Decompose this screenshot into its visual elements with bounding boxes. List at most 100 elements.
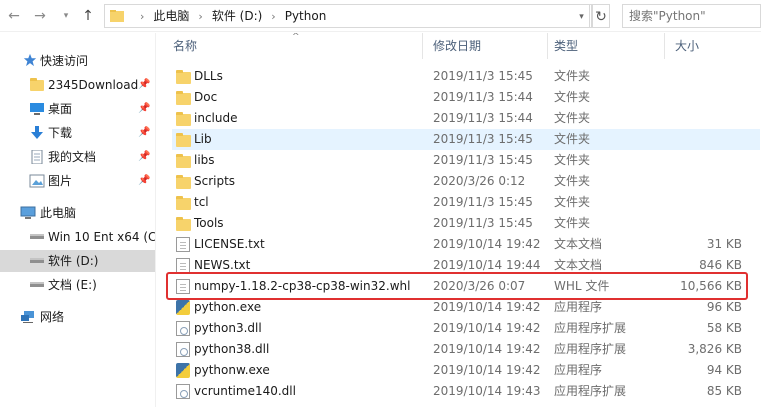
breadcrumb-separator-icon: › bbox=[140, 10, 145, 23]
back-arrow-icon[interactable]: ← bbox=[4, 6, 24, 26]
breadcrumb-this-pc[interactable]: 此电脑 bbox=[153, 9, 189, 23]
file-row[interactable]: Tools 2019/11/3 15:45 文件夹 bbox=[172, 213, 760, 234]
file-row[interactable]: python.exe 2019/10/14 19:42 应用程序 96 KB bbox=[172, 297, 760, 318]
nav-network[interactable]: 网络 bbox=[0, 306, 155, 328]
nav-this-pc[interactable]: 此电脑 bbox=[0, 202, 155, 224]
file-type: 文件夹 bbox=[554, 111, 591, 125]
file-name: python3.dll bbox=[194, 321, 262, 335]
nav-drive-d[interactable]: 软件 (D:) bbox=[0, 250, 155, 272]
sort-ascending-icon: ^ bbox=[292, 33, 300, 42]
file-name: pythonw.exe bbox=[194, 363, 270, 377]
folder-icon bbox=[110, 10, 124, 22]
nav-drive-label: 软件 (D:) bbox=[48, 254, 99, 268]
refresh-icon[interactable]: ↻ bbox=[592, 4, 610, 28]
column-divider[interactable] bbox=[547, 33, 548, 59]
file-type: 应用程序扩展 bbox=[554, 321, 627, 335]
file-row[interactable]: Doc 2019/11/3 15:44 文件夹 bbox=[172, 87, 760, 108]
address-bar[interactable]: › 此电脑 › 软件 (D:) › Python bbox=[104, 4, 592, 28]
nav-item-documents[interactable]: 我的文档 📌 bbox=[0, 146, 155, 168]
address-dropdown-chevron-icon[interactable]: ▾ bbox=[574, 4, 590, 28]
file-row[interactable]: include 2019/11/3 15:44 文件夹 bbox=[172, 108, 760, 129]
drive-icon bbox=[30, 258, 44, 263]
file-name: tcl bbox=[194, 195, 209, 209]
breadcrumb-drive-d[interactable]: 软件 (D:) bbox=[212, 9, 262, 23]
file-date: 2019/11/3 15:44 bbox=[433, 90, 533, 104]
column-header-date[interactable]: 修改日期 bbox=[433, 33, 481, 59]
file-name: Scripts bbox=[194, 174, 236, 188]
file-name: NEWS.txt bbox=[194, 258, 251, 272]
python-icon bbox=[176, 300, 190, 315]
nav-item-pictures[interactable]: 图片 📌 bbox=[0, 170, 155, 192]
file-name: python38.dll bbox=[194, 342, 270, 356]
file-name: numpy-1.18.2-cp38-cp38-win32.whl bbox=[194, 279, 411, 293]
forward-arrow-icon[interactable]: → bbox=[30, 6, 50, 26]
column-divider[interactable] bbox=[422, 33, 423, 59]
breadcrumb-separator-icon: › bbox=[271, 10, 276, 23]
file-date: 2019/10/14 19:42 bbox=[433, 321, 541, 335]
nav-drive-c[interactable]: Win 10 Ent x64 (C bbox=[0, 226, 155, 248]
file-type: 应用程序 bbox=[554, 300, 603, 314]
file-name: DLLs bbox=[194, 69, 223, 83]
file-type: 文件夹 bbox=[554, 174, 591, 188]
file-size: 96 KB bbox=[706, 300, 742, 314]
nav-item-label: 2345Download bbox=[48, 78, 139, 92]
nav-quick-access[interactable]: 快速访问 bbox=[0, 50, 155, 72]
file-row[interactable]: NEWS.txt 2019/10/14 19:44 文本文档 846 KB bbox=[172, 255, 760, 276]
pin-icon: 📌 bbox=[138, 79, 151, 90]
breadcrumb-separator-icon: › bbox=[198, 10, 203, 23]
nav-item-downloads[interactable]: 下载 📌 bbox=[0, 122, 155, 144]
file-name: python.exe bbox=[194, 300, 262, 314]
file-date: 2019/11/3 15:45 bbox=[433, 69, 533, 83]
column-divider[interactable] bbox=[664, 33, 665, 59]
file-type: 文件夹 bbox=[554, 69, 591, 83]
folder-icon bbox=[176, 70, 191, 84]
drive-icon bbox=[30, 234, 44, 239]
column-header-name[interactable]: 名称 bbox=[173, 33, 197, 59]
breadcrumb-python[interactable]: Python bbox=[285, 9, 327, 23]
file-row[interactable]: tcl 2019/11/3 15:45 文件夹 bbox=[172, 192, 760, 213]
up-arrow-icon[interactable]: ↑ bbox=[78, 6, 98, 26]
breadcrumb: › 此电脑 › 软件 (D:) › Python bbox=[131, 5, 326, 27]
file-icon bbox=[176, 279, 190, 294]
file-date: 2019/11/3 15:45 bbox=[433, 132, 533, 146]
file-type: 应用程序 bbox=[554, 363, 603, 377]
file-row[interactable]: vcruntime140.dll 2019/10/14 19:43 应用程序扩展 85… bbox=[172, 381, 760, 402]
column-header-type[interactable]: 类型 bbox=[554, 33, 578, 59]
file-row[interactable]: DLLs 2019/11/3 15:45 文件夹 bbox=[172, 66, 760, 87]
file-size: 846 KB bbox=[699, 258, 742, 272]
drive-icon bbox=[30, 282, 44, 287]
file-name: Tools bbox=[194, 216, 224, 230]
pin-icon: 📌 bbox=[138, 103, 151, 114]
file-row[interactable]: numpy-1.18.2-cp38-cp38-win32.whl 2020/3/2… bbox=[172, 276, 760, 297]
folder-icon bbox=[176, 91, 191, 105]
search-box[interactable] bbox=[622, 4, 761, 28]
file-row[interactable]: pythonw.exe 2019/10/14 19:42 应用程序 94 KB bbox=[172, 360, 760, 381]
nav-item-label: 下载 bbox=[48, 126, 73, 140]
file-row[interactable]: python3.dll 2019/10/14 19:42 应用程序扩展 58 KB bbox=[172, 318, 760, 339]
nav-item-desktop[interactable]: 桌面 📌 bbox=[0, 98, 155, 120]
search-input[interactable] bbox=[623, 5, 760, 27]
file-row[interactable]: Scripts 2020/3/26 0:12 文件夹 bbox=[172, 171, 760, 192]
recent-locations-chevron-icon[interactable]: ▾ bbox=[56, 6, 76, 26]
text-file-icon bbox=[176, 237, 190, 252]
nav-drive-e[interactable]: 文档 (E:) bbox=[0, 274, 155, 296]
file-type: 文件夹 bbox=[554, 195, 591, 209]
file-type: 文本文档 bbox=[554, 237, 603, 251]
nav-item-2345download[interactable]: 2345Download 📌 bbox=[0, 74, 155, 96]
dll-icon bbox=[176, 384, 190, 399]
nav-item-label: 我的文档 bbox=[48, 150, 97, 164]
file-date: 2019/11/3 15:45 bbox=[433, 195, 533, 209]
column-header-size[interactable]: 大小 bbox=[675, 33, 699, 59]
file-row[interactable]: libs 2019/11/3 15:45 文件夹 bbox=[172, 150, 760, 171]
file-date: 2019/11/3 15:44 bbox=[433, 111, 533, 125]
navigation-pane: 快速访问 2345Download 📌 桌面 📌 下载 📌 我的文档 📌 图片 … bbox=[0, 33, 155, 407]
pin-icon: 📌 bbox=[138, 175, 151, 186]
file-name: Lib bbox=[194, 132, 212, 146]
file-row[interactable]: python38.dll 2019/10/14 19:42 应用程序扩展 3,826 … bbox=[172, 339, 760, 360]
file-size: 85 KB bbox=[706, 384, 742, 398]
file-row[interactable]: LICENSE.txt 2019/10/14 19:42 文本文档 31 KB bbox=[172, 234, 760, 255]
column-header-row: ^ 名称 修改日期 类型 大小 bbox=[156, 33, 761, 59]
file-size: 58 KB bbox=[706, 321, 742, 335]
nav-network-label: 网络 bbox=[40, 310, 65, 324]
file-row[interactable]: Lib 2019/11/3 15:45 文件夹 bbox=[172, 129, 760, 150]
